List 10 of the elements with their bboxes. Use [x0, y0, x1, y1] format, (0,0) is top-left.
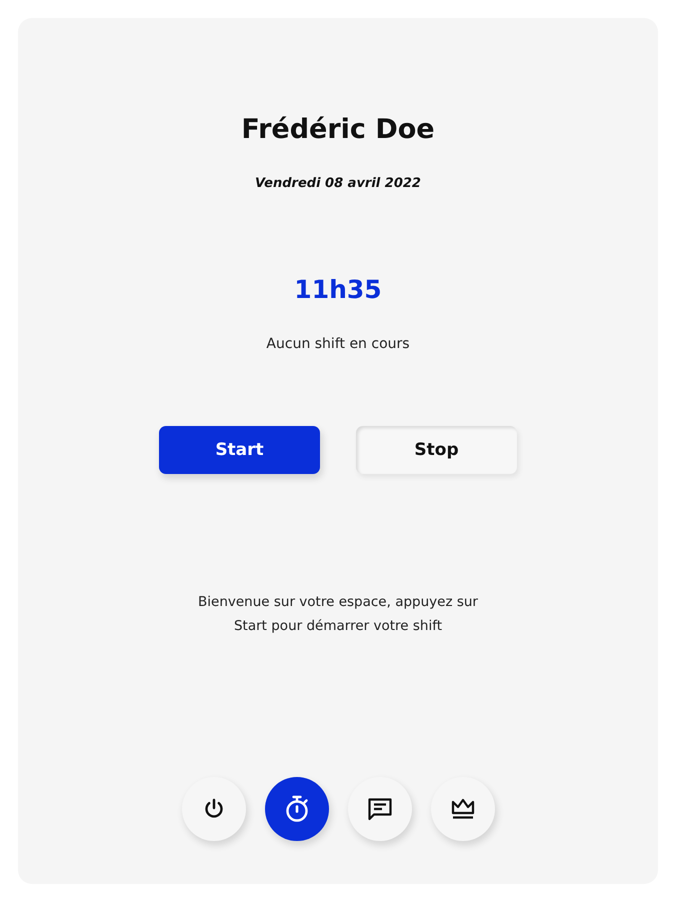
- crown-icon: [450, 798, 476, 820]
- start-button[interactable]: Start: [159, 426, 320, 474]
- chat-icon: [366, 797, 392, 821]
- stop-button[interactable]: Stop: [356, 426, 517, 474]
- current-time: 11h35: [294, 274, 382, 306]
- current-date: Vendredi 08 avril 2022: [255, 175, 421, 192]
- user-name: Frédéric Doe: [241, 113, 435, 147]
- stopwatch-icon: [284, 795, 310, 823]
- shift-status: Aucun shift en cours: [266, 336, 410, 353]
- welcome-message: Bienvenue sur votre espace, appuyez sur Start pour démarrer votre shift: [197, 593, 479, 636]
